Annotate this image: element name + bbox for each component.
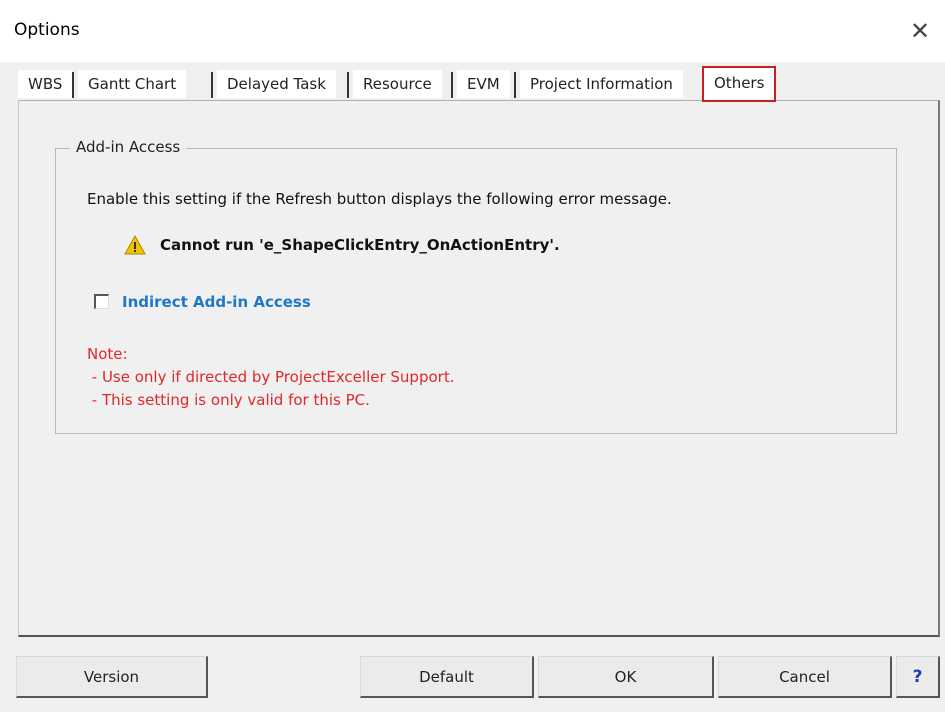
version-button[interactable]: Version	[16, 656, 208, 698]
warning-triangle-icon	[124, 234, 146, 255]
note-line-pc: - This setting is only valid for this PC…	[87, 391, 370, 409]
tab-gantt-chart[interactable]: Gantt Chart	[78, 70, 187, 98]
tab-wbs[interactable]: WBS	[18, 70, 73, 98]
indirect-access-label[interactable]: Indirect Add-in Access	[122, 293, 311, 311]
tab-project-information[interactable]: Project Information	[520, 70, 683, 98]
default-button[interactable]: Default	[360, 656, 534, 698]
tab-delayed-task[interactable]: Delayed Task	[217, 70, 336, 98]
tab-separator	[347, 72, 349, 98]
ok-button[interactable]: OK	[538, 656, 714, 698]
error-message-text: Cannot run 'e_ShapeClickEntry_OnActionEn…	[160, 236, 560, 254]
window-title: Options	[14, 20, 80, 40]
addin-access-group: Add-in Access Enable this setting if the…	[55, 138, 897, 434]
group-legend: Add-in Access	[70, 138, 187, 156]
tab-separator	[72, 72, 74, 98]
tab-separator	[211, 72, 213, 98]
tab-evm[interactable]: EVM	[457, 70, 510, 98]
title-bar: Options ✕	[0, 0, 945, 62]
tab-separator	[514, 72, 516, 98]
tab-others[interactable]: Others	[702, 66, 777, 102]
note-title: Note:	[87, 345, 128, 363]
indirect-access-checkbox[interactable]	[94, 294, 109, 309]
setting-description: Enable this setting if the Refresh butto…	[87, 190, 672, 208]
cancel-button[interactable]: Cancel	[718, 656, 892, 698]
tab-separator	[451, 72, 453, 98]
note-line-support: - Use only if directed by ProjectExcelle…	[87, 368, 455, 386]
help-button[interactable]: ?	[896, 656, 940, 698]
close-icon[interactable]: ✕	[905, 16, 935, 46]
tab-panel-others: Add-in Access Enable this setting if the…	[18, 100, 940, 637]
tab-resource[interactable]: Resource	[353, 70, 442, 98]
options-dialog: Options ✕ WBS Gantt Chart Delayed Task R…	[0, 0, 945, 712]
